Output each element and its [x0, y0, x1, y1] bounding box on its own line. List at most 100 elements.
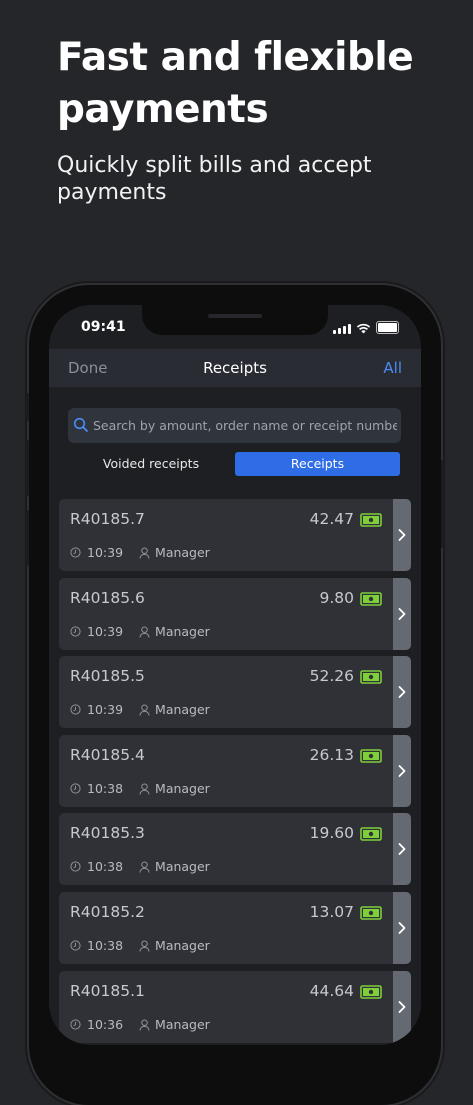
user-icon: [139, 860, 150, 873]
clock-icon: [70, 626, 81, 637]
receipt-user: Manager: [155, 624, 210, 639]
clock-icon: [70, 704, 81, 715]
phone-power-button: [441, 460, 444, 548]
receipt-row[interactable]: R40185.4 26.13 10:38 Manager: [59, 735, 411, 807]
receipt-row[interactable]: R40185.3 19.60 10:38 Manager: [59, 813, 411, 885]
promo-headline: Fast and flexible payments: [57, 35, 414, 132]
receipt-time: 10:38: [87, 859, 124, 874]
receipt-number: R40185.7: [70, 510, 145, 528]
clock-icon: [70, 940, 81, 951]
receipt-open-button[interactable]: [393, 578, 411, 650]
battery-icon: [376, 321, 399, 334]
search-icon: [73, 417, 88, 432]
page-title: Receipts: [203, 359, 267, 377]
all-filter-button[interactable]: All: [383, 359, 402, 377]
receipt-amount: 26.13: [309, 746, 354, 764]
phone-notch: [142, 305, 328, 335]
receipt-time: 10:39: [87, 545, 124, 560]
receipt-amount: 44.64: [309, 982, 354, 1000]
receipt-amount: 42.47: [309, 510, 354, 528]
receipt-user: Manager: [155, 702, 210, 717]
speaker: [208, 314, 262, 318]
receipt-open-button[interactable]: [393, 656, 411, 728]
clock-icon: [70, 861, 81, 872]
receipt-number: R40185.3: [70, 824, 145, 842]
cash-icon: [360, 985, 382, 999]
cash-icon: [360, 592, 382, 606]
user-icon: [139, 625, 150, 638]
signal-icon: [333, 323, 351, 334]
chevron-right-icon: [398, 608, 406, 620]
wifi-icon: [356, 323, 371, 334]
phone-screen: 09:41 Done Receipts All Voided receipts …: [49, 305, 421, 1045]
receipt-number: R40185.2: [70, 903, 145, 921]
receipt-time: 10:39: [87, 624, 124, 639]
receipt-user: Manager: [155, 1017, 210, 1032]
receipt-amount: 9.80: [319, 589, 354, 607]
phone-volume-up: [26, 440, 29, 496]
receipt-number: R40185.5: [70, 667, 145, 685]
clock-icon: [70, 547, 81, 558]
receipt-time: 10:38: [87, 781, 124, 796]
receipt-meta: 10:38 Manager: [70, 859, 210, 874]
status-icons: [333, 321, 399, 334]
receipt-time: 10:38: [87, 938, 124, 953]
receipt-row[interactable]: R40185.6 9.80 10:39 Manager: [59, 578, 411, 650]
search-input[interactable]: [93, 408, 397, 443]
receipt-amount: 52.26: [309, 667, 354, 685]
navigation-bar: Done Receipts All: [49, 349, 421, 387]
phone-side-button: [26, 393, 29, 421]
receipt-meta: 10:39 Manager: [70, 702, 210, 717]
receipt-number: R40185.4: [70, 746, 145, 764]
user-icon: [139, 1018, 150, 1031]
chevron-right-icon: [398, 529, 406, 541]
receipt-open-button[interactable]: [393, 813, 411, 885]
chevron-right-icon: [398, 843, 406, 855]
receipt-amount: 19.60: [309, 824, 354, 842]
receipt-time: 10:36: [87, 1017, 124, 1032]
cash-icon: [360, 749, 382, 763]
status-time: 09:41: [81, 319, 126, 335]
phone-volume-down: [26, 510, 29, 566]
receipt-row[interactable]: R40185.5 52.26 10:39 Manager: [59, 656, 411, 728]
user-icon: [139, 939, 150, 952]
receipt-user: Manager: [155, 545, 210, 560]
receipt-meta: 10:38 Manager: [70, 781, 210, 796]
receipt-user: Manager: [155, 859, 210, 874]
receipt-type-segmented-control: Voided receipts Receipts: [68, 452, 401, 476]
cash-icon: [360, 906, 382, 920]
chevron-right-icon: [398, 1001, 406, 1013]
user-icon: [139, 782, 150, 795]
receipt-meta: 10:38 Manager: [70, 938, 210, 953]
promo-subheadline: Quickly split bills and accept payments: [57, 153, 372, 205]
chevron-right-icon: [398, 686, 406, 698]
receipt-meta: 10:39 Manager: [70, 545, 210, 560]
receipt-time: 10:39: [87, 702, 124, 717]
receipt-open-button[interactable]: [393, 735, 411, 807]
cash-icon: [360, 513, 382, 527]
receipt-amount: 13.07: [309, 903, 354, 921]
receipt-open-button[interactable]: [393, 499, 411, 571]
cash-icon: [360, 827, 382, 841]
receipt-number: R40185.1: [70, 982, 145, 1000]
receipt-row[interactable]: R40185.1 44.64 10:36 Manager: [59, 971, 411, 1043]
receipt-open-button[interactable]: [393, 971, 411, 1043]
tab-receipts[interactable]: Receipts: [235, 452, 400, 476]
receipt-meta: 10:39 Manager: [70, 624, 210, 639]
receipt-row[interactable]: R40185.7 42.47 10:39 Manager: [59, 499, 411, 571]
receipt-row[interactable]: R40185.2 13.07 10:38 Manager: [59, 892, 411, 964]
tab-voided-receipts[interactable]: Voided receipts: [68, 452, 234, 476]
receipt-number: R40185.6: [70, 589, 145, 607]
user-icon: [139, 703, 150, 716]
user-icon: [139, 546, 150, 559]
search-bar[interactable]: [68, 408, 401, 443]
chevron-right-icon: [398, 922, 406, 934]
receipt-user: Manager: [155, 781, 210, 796]
chevron-right-icon: [398, 765, 406, 777]
clock-icon: [70, 1019, 81, 1030]
clock-icon: [70, 783, 81, 794]
receipt-meta: 10:36 Manager: [70, 1017, 210, 1032]
cash-icon: [360, 670, 382, 684]
receipt-open-button[interactable]: [393, 892, 411, 964]
receipt-user: Manager: [155, 938, 210, 953]
